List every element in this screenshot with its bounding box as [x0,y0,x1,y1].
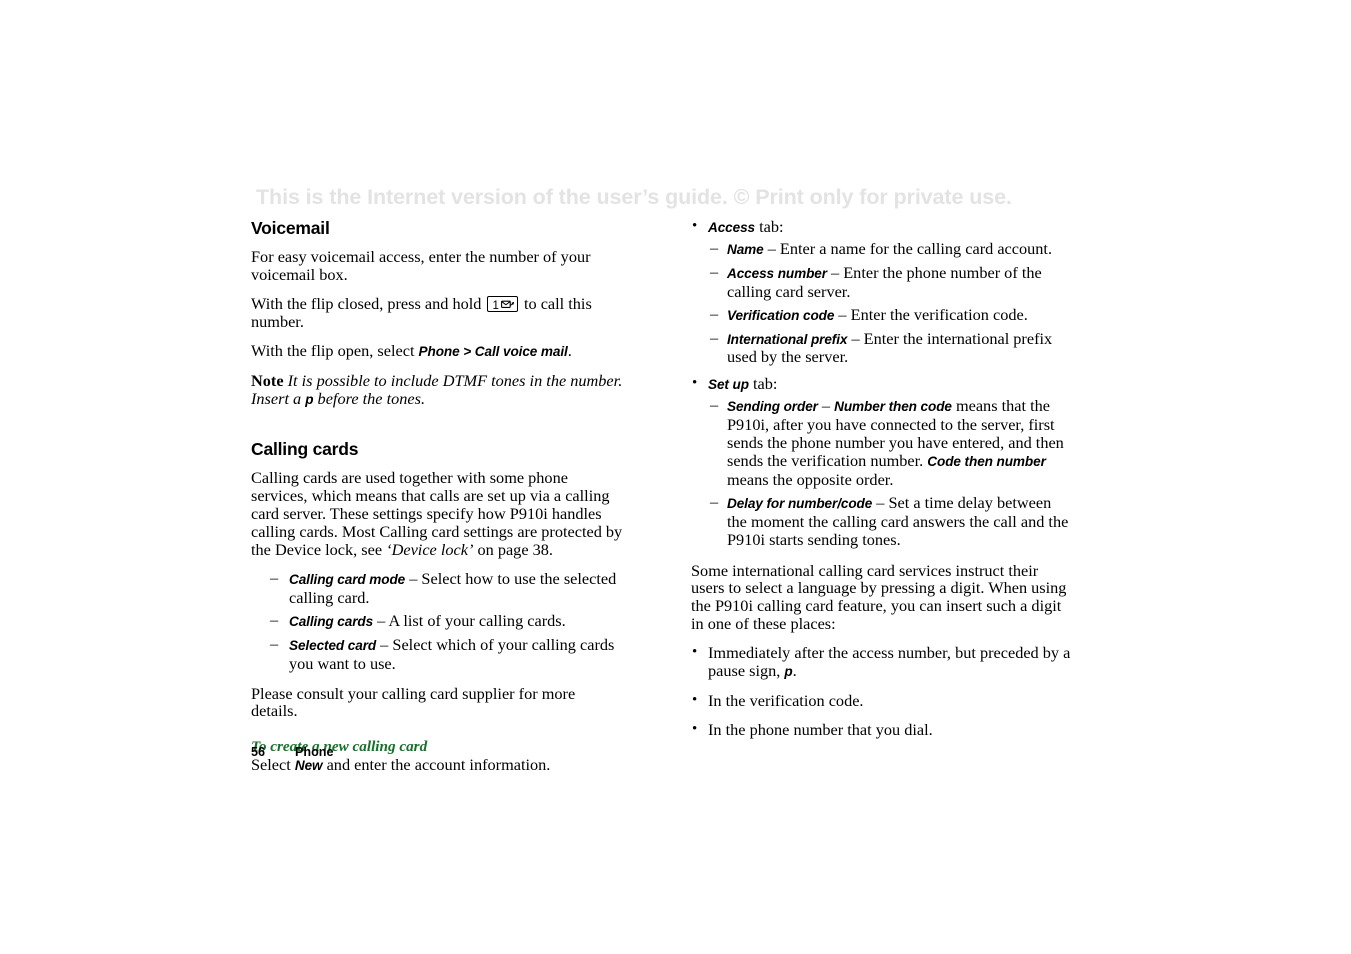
setting-term: International prefix [727,331,848,347]
bullet-marker: • [692,375,698,392]
dash-marker: – [710,491,719,511]
page-footer: 56 Phone [251,745,333,759]
footer-section-name: Phone [295,745,334,759]
keycap-digit: 1 [492,299,499,312]
separator-dash: – [817,396,835,416]
international-services-paragraph: Some international calling card services… [691,560,1067,634]
place-text-a: In the verification code. [708,690,864,710]
setting-term: Verification code [727,307,835,323]
bullet-marker: • [692,720,698,737]
dash-marker: – [270,609,279,629]
cross-reference-device-lock[interactable]: ‘Device lock’ [386,540,473,559]
flip-closed-text-before: With the flip closed, press and hold [251,293,482,313]
tab-suffix: tab: [748,374,778,394]
setting-term-sending-order: Sending order [727,399,818,415]
list-item: • In the phone number that you dial. [691,719,1071,739]
voicemail-flip-closed-paragraph: With the flip closed, press and hold 1 t… [251,293,623,331]
list-item: – Selected card – Select which of your ca… [251,633,623,673]
bullet-marker: • [692,691,698,708]
tabs-settings-list: • Access tab: – Name – Enter a name for th… [691,218,1071,549]
note-text-part-b: before the tones. [313,388,426,408]
setting-description: – Enter a name for the calling card acco… [763,238,1053,258]
setting-term: Name [727,241,764,257]
heading-voicemail: Voicemail [251,218,330,238]
voicemail-flip-open-paragraph: With the flip open, select Phone > Call … [251,340,623,361]
procedure-text-after: and enter the account information. [322,755,551,775]
setting-description: – Enter the verification code. [834,304,1028,324]
dash-marker: – [710,395,719,415]
calling-cards-intro-paragraph: Calling cards are used together with som… [251,469,623,559]
document-page: This is the Internet version of the user… [0,0,1351,954]
list-item: – Name – Enter a name for the calling car… [691,237,1071,259]
place-text-b: . [792,661,797,681]
dash-marker: – [270,567,279,587]
list-item-access-tab: • Access tab: [691,218,1071,237]
list-item: • Immediately after the access number, bu… [691,644,1071,681]
note-label: Note [251,370,284,390]
setting-description: – A list of your calling cards. [373,610,566,630]
bullet-marker: • [692,644,698,661]
list-item: – International prefix – Enter the intern… [691,327,1071,367]
option-number-then-code: Number then code [834,399,952,415]
voicemail-envelope-icon [500,297,514,310]
list-item-delay: – Delay for number/code – Set a time dela… [691,491,1071,549]
list-item: – Calling cards – A list of your calling … [251,609,623,631]
list-item: • In the verification code. [691,690,1071,710]
list-item-setup-tab: • Set up tab: [691,375,1071,394]
dash-marker: – [710,237,719,257]
calling-cards-text-b: on page 38. [473,540,553,560]
tab-name-access: Access [708,220,756,235]
dash-marker: – [710,327,719,347]
dash-marker: – [270,633,279,653]
tab-suffix: tab: [755,217,784,236]
dash-marker: – [710,303,719,323]
calling-cards-supplier-paragraph: Please consult your calling card supplie… [251,683,576,721]
setting-term: Selected card [289,637,377,653]
flip-open-text-before: With the flip open, select [251,340,419,360]
list-item: – Verification code – Enter the verificat… [691,303,1071,325]
bullet-marker: • [692,218,698,234]
setting-term: Calling cards [289,613,374,629]
place-text-a: Immediately after the access number, but… [708,643,1071,681]
sending-order-text-2: means the opposite order. [727,469,894,489]
list-item-sending-order: – Sending order – Number then code means … [691,395,1071,489]
voicemail-intro-paragraph: For easy voicemail access, enter the num… [251,247,591,284]
calling-cards-settings-list: – Calling card mode – Select how to use t… [251,567,623,673]
setting-term: Access number [727,265,827,281]
internet-version-watermark: This is the Internet version of the user… [256,185,1012,209]
list-item: – Calling card mode – Select how to use t… [251,567,623,607]
digit-placement-list: • Immediately after the access number, bu… [691,644,1071,739]
left-column: Voicemail For easy voicemail access, ent… [251,218,623,786]
ui-button-new: New [294,758,323,774]
heading-calling-cards: Calling cards [251,439,359,460]
option-code-then-number: Code then number [927,453,1046,469]
voicemail-note-paragraph: Note It is possible to include DTMF tone… [251,370,623,409]
procedure-step-paragraph: Select New and enter the account informa… [251,756,623,775]
ui-token-pause-p: p [784,664,793,680]
right-column: • Access tab: – Name – Enter a name for th… [691,218,1071,750]
setting-term-delay: Delay for number/code [727,495,873,511]
footer-page-number: 56 [251,745,266,759]
list-item: – Access number – Enter the phone number … [691,261,1071,301]
tab-name-set-up: Set up [708,377,749,393]
setting-term: Calling card mode [289,571,406,587]
keycap-voicemail-shortcut: 1 [487,295,518,312]
flip-open-text-after: . [567,340,572,360]
place-text-a: In the phone number that you dial. [708,719,933,739]
ui-path-call-voice-mail: Phone > Call voice mail [418,343,568,359]
dash-marker: – [710,261,719,281]
